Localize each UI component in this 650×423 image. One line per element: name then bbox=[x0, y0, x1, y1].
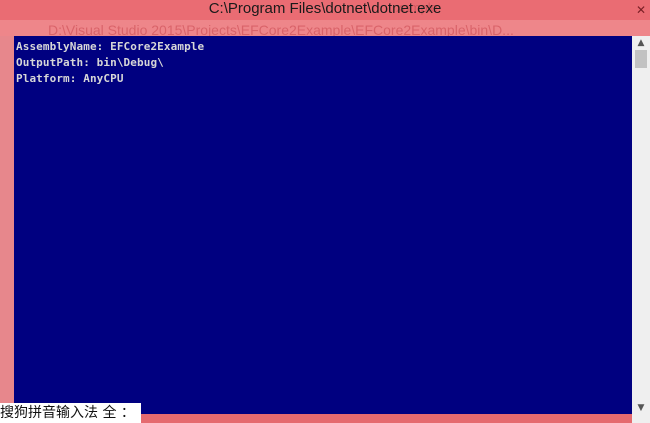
ime-status-bar[interactable]: 搜狗拼音输入法 全 ： bbox=[0, 403, 141, 423]
console-line: OutputPath: bin\Debug\ bbox=[16, 56, 164, 69]
console-output[interactable]: AssemblyName: EFCore2Example OutputPath:… bbox=[14, 36, 632, 414]
console-window: xample C:\Program Files\dotnet\dotnet.ex… bbox=[0, 0, 650, 423]
title-bar[interactable]: xample C:\Program Files\dotnet\dotnet.ex… bbox=[0, 0, 650, 20]
close-icon[interactable]: ✕ bbox=[632, 0, 650, 20]
console-line: AssemblyName: EFCore2Example bbox=[16, 40, 205, 53]
chevron-down-icon[interactable]: ▼ bbox=[632, 401, 650, 415]
scrollbar-thumb[interactable] bbox=[635, 50, 647, 68]
chevron-up-icon[interactable]: ▲ bbox=[632, 36, 650, 50]
console-line: Platform: AnyCPU bbox=[16, 72, 124, 85]
background-window-gutter bbox=[0, 36, 14, 414]
window-title: C:\Program Files\dotnet\dotnet.exe bbox=[208, 0, 442, 17]
vertical-scrollbar[interactable]: ▲ ▼ bbox=[632, 36, 650, 423]
